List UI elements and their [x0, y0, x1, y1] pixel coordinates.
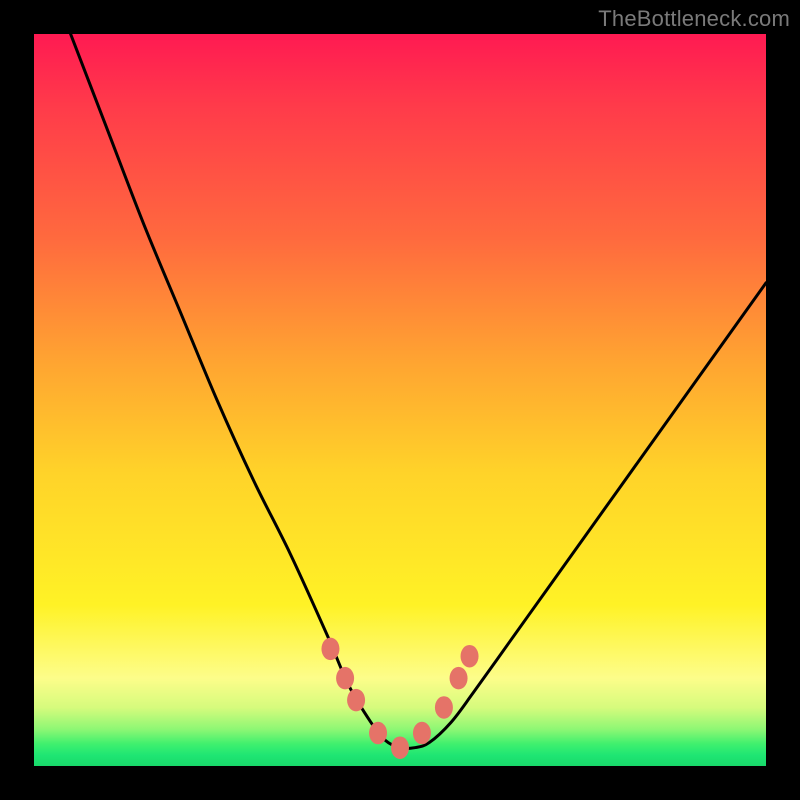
watermark-text: TheBottleneck.com: [598, 6, 790, 32]
threshold-marker: [321, 638, 339, 661]
threshold-marker: [413, 722, 431, 745]
threshold-marker: [391, 736, 409, 759]
threshold-marker: [347, 689, 365, 712]
threshold-marker: [369, 722, 387, 745]
marker-layer: [321, 638, 478, 759]
plot-area: [34, 34, 766, 766]
threshold-marker: [435, 696, 453, 719]
bottleneck-curve: [71, 34, 766, 748]
curve-layer: [71, 34, 766, 748]
chart-svg: [34, 34, 766, 766]
threshold-marker: [461, 645, 479, 668]
threshold-marker: [450, 667, 468, 690]
chart-frame: TheBottleneck.com: [0, 0, 800, 800]
threshold-marker: [336, 667, 354, 690]
